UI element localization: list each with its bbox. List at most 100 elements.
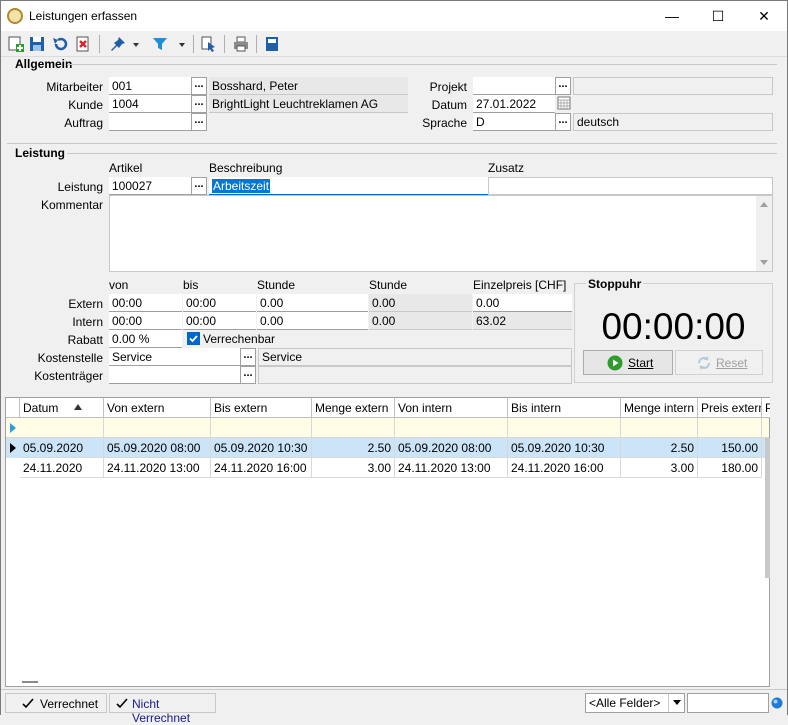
grid-header-von-extern[interactable]: Von extern [104,398,211,418]
datum-input[interactable]: 27.01.2022 [473,95,555,113]
close-button[interactable]: ✕ [741,1,787,31]
auftrag-input[interactable] [109,113,191,131]
grid-header-menge-intern[interactable]: Menge intern [621,398,698,418]
grid-header-bis-intern[interactable]: Bis intern [508,398,621,418]
leistung-artikel-input[interactable]: 100027 [109,177,191,195]
auftrag-lookup-button[interactable]: ... [191,113,207,131]
filter-field-select[interactable]: <Alle Felder> [585,693,685,713]
kommentar-textarea[interactable] [109,195,773,272]
new-record-icon[interactable] [7,35,25,53]
grid-filter-row[interactable] [6,418,769,438]
cell-datum[interactable]: 05.09.2020 [20,438,104,458]
verrechnet-filter-button[interactable]: Verrechnet [5,693,107,713]
start-label: Start [628,356,654,370]
sprache-name: deutsch [573,113,773,131]
projekt-input[interactable] [473,77,555,95]
cell-bis-extern[interactable]: 24.11.2020 16:00 [211,458,312,478]
grid-header-datum[interactable]: Datum [20,398,104,418]
extern-stunde-input[interactable]: 0.00 [257,294,368,312]
reset-button[interactable]: Reset [675,350,763,375]
grid-header-preis-extern[interactable]: Preis extern [698,398,762,418]
kunde-lookup-button[interactable]: ... [191,95,207,113]
cell-datum[interactable]: 24.11.2020 [20,458,104,478]
extern-bis-input[interactable]: 00:00 [183,294,256,312]
search-go-icon[interactable] [771,697,783,709]
cell-bis-intern[interactable]: 24.11.2020 16:00 [508,458,621,478]
cell-bis-intern[interactable]: 05.09.2020 10:30 [508,438,621,458]
pin-icon[interactable] [109,35,127,53]
kunde-input[interactable]: 1004 [109,95,191,113]
intern-stunde-input[interactable]: 0.00 [257,312,368,330]
verrechenbar-checkbox[interactable] [187,332,200,345]
filter-dropdown-button[interactable] [668,694,684,712]
cell-von-extern[interactable]: 05.09.2020 08:00 [104,438,211,458]
start-button[interactable]: Start [583,350,673,375]
artikel-lookup-button[interactable]: ... [191,177,207,195]
print-icon[interactable] [232,35,250,53]
toolbar-separator [193,35,194,53]
search-input[interactable] [687,693,769,713]
mitarbeiter-name: Bosshard, Peter [209,77,408,95]
refresh-icon [698,356,710,370]
extern-von-input[interactable]: 00:00 [109,294,182,312]
cell-menge-extern[interactable]: 3.00 [312,458,395,478]
leistung-label: Leistung [57,180,103,194]
kostentraeger-input[interactable] [109,366,240,384]
kunde-label: Kunde [68,98,103,112]
intern-bis-input[interactable]: 00:00 [183,312,256,330]
form-icon[interactable] [263,35,281,53]
scroll-down-icon[interactable] [759,259,769,267]
cell-von-intern[interactable]: 05.09.2020 08:00 [395,438,508,458]
cell-von-extern[interactable]: 24.11.2020 13:00 [104,458,211,478]
table-row[interactable]: 05.09.2020 05.09.2020 08:00 05.09.2020 1… [6,438,769,458]
leistungen-grid[interactable]: Datum Von extern Bis extern Menge extern… [5,397,770,687]
chevron-down-icon[interactable] [177,35,187,53]
stoppuhr-panel: Stoppuhr 00:00:00 Start Reset [574,277,773,383]
cell-menge-intern[interactable]: 2.50 [621,438,698,458]
grid-header-menge-extern[interactable]: Menge extern [312,398,395,418]
table-row[interactable]: 24.11.2020 24.11.2020 13:00 24.11.2020 1… [6,458,769,478]
verrechenbar-label: Verrechenbar [203,332,276,346]
auftrag-label: Auftrag [64,116,103,130]
select-cursor-icon[interactable] [200,35,218,53]
calendar-icon[interactable] [557,96,571,110]
kostenstelle-lookup-button[interactable]: ... [240,348,256,366]
section-divider [7,143,777,144]
maximize-button[interactable]: ☐ [695,1,741,31]
zusatz-input[interactable] [488,177,773,195]
kostentraeger-lookup-button[interactable]: ... [240,366,256,384]
cell-preis-extern[interactable]: 180.00 [698,458,762,478]
save-icon[interactable] [28,35,46,53]
projekt-lookup-button[interactable]: ... [555,77,571,95]
cell-von-intern[interactable]: 24.11.2020 13:00 [395,458,508,478]
delete-icon[interactable] [74,35,92,53]
grid-header-bis-extern[interactable]: Bis extern [211,398,312,418]
nicht-verrechnet-filter-button[interactable]: Nicht Verrechnet [109,693,216,725]
nicht-verrechnet-label: Nicht Verrechnet [132,697,191,725]
sprache-lookup-button[interactable]: ... [555,113,571,131]
beschreibung-input[interactable]: Arbeitszeit [209,177,488,195]
intern-von-input[interactable]: 00:00 [109,312,182,330]
cell-menge-intern[interactable]: 3.00 [621,458,698,478]
undo-icon[interactable] [51,35,69,53]
kommentar-scrollbar[interactable] [756,196,772,271]
kostenstelle-input[interactable]: Service [109,348,240,366]
filter-icon[interactable] [151,35,169,53]
kostentraeger-name [258,366,572,384]
grid-header-partial[interactable]: P [762,398,770,418]
cell-bis-extern[interactable]: 05.09.2020 10:30 [211,438,312,458]
rabatt-input[interactable]: 0.00 % [109,330,182,348]
extern-preis-input[interactable]: 0.00 [473,294,572,312]
chevron-down-icon[interactable] [131,35,141,53]
mitarbeiter-input[interactable]: 001 [109,77,191,95]
grid-header-von-intern[interactable]: Von intern [395,398,508,418]
mitarbeiter-lookup-button[interactable]: ... [191,77,207,95]
cell-menge-extern[interactable]: 2.50 [312,438,395,458]
cell-preis-extern[interactable]: 150.00 [698,438,762,458]
checkmark-icon [116,698,128,709]
minimize-button[interactable]: — [649,1,695,31]
sprache-input[interactable]: D [473,113,555,131]
grid-footer-marker [22,681,38,683]
grid-vertical-scrollbar[interactable] [765,438,770,578]
scroll-up-icon[interactable] [759,200,769,208]
